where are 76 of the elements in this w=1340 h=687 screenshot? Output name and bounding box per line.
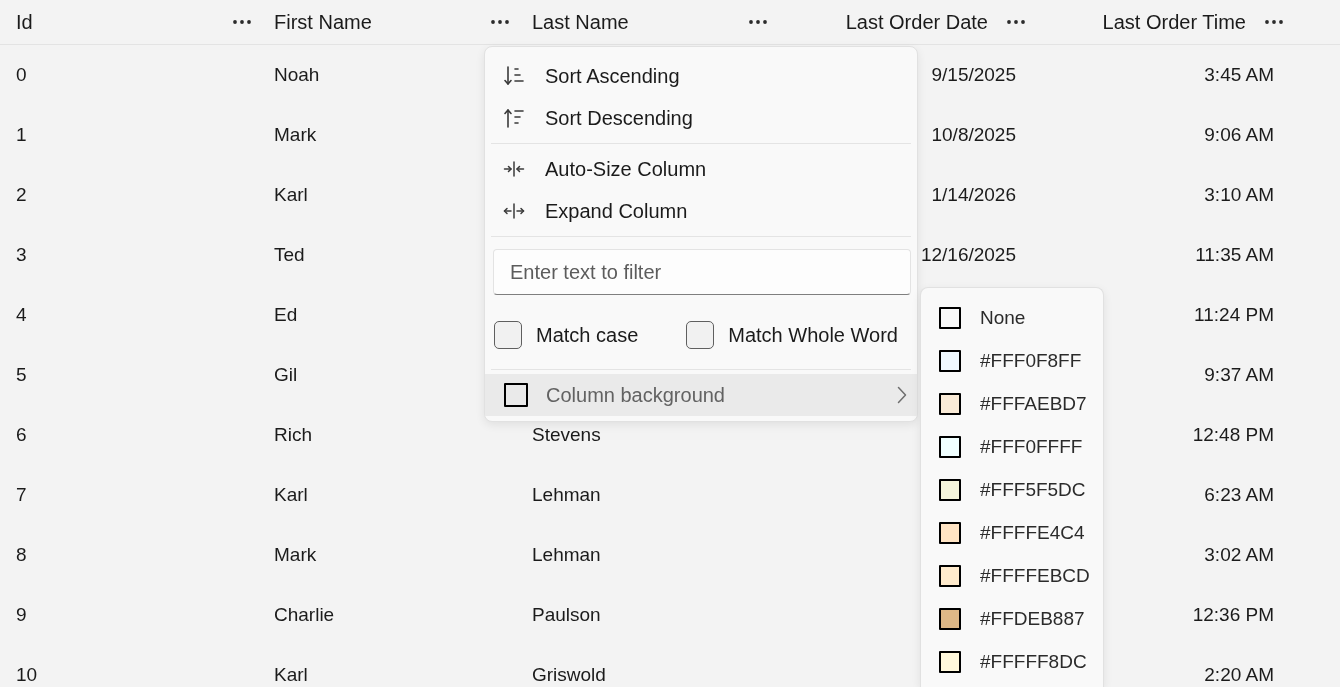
color-option[interactable]: #FFDEB887 — [921, 597, 1103, 640]
more-icon — [1007, 20, 1025, 24]
id-value: 1 — [16, 124, 27, 146]
menu-item[interactable]: Sort Ascending — [485, 55, 917, 97]
first-name: Charlie — [274, 604, 335, 626]
filter-input[interactable]: Enter text to filter — [493, 249, 911, 295]
id-value: 9 — [16, 604, 27, 626]
order-date: 9/15/2025 — [931, 64, 1016, 86]
color-option[interactable]: #FFFAEBD7 — [921, 382, 1103, 425]
first-name: Karl — [274, 484, 308, 506]
last-name: Lehman — [532, 484, 601, 506]
id-value: 6 — [16, 424, 27, 446]
checkbox-label[interactable]: Match case — [536, 323, 639, 347]
menu-item[interactable]: Sort Descending — [485, 97, 917, 139]
checkbox-label[interactable]: Match Whole Word — [728, 323, 898, 347]
last-name: Paulson — [532, 604, 601, 626]
more-icon — [491, 20, 509, 24]
first-name: Rich — [274, 424, 312, 446]
color-option[interactable]: #FFF0FFFF — [921, 425, 1103, 468]
id-value: 2 — [16, 184, 27, 206]
last-name: Lehman — [532, 544, 601, 566]
first-name: Gil — [274, 364, 298, 386]
id-value: 5 — [16, 364, 27, 386]
last-name: Stevens — [532, 424, 601, 446]
order-time: 9:06 AM — [1204, 124, 1274, 146]
more-icon — [1265, 20, 1283, 24]
color-option[interactable]: #FFFFF8DC — [921, 640, 1103, 683]
order-time: 12:36 PM — [1192, 604, 1274, 626]
order-time: 9:37 AM — [1204, 364, 1274, 386]
first-name: Noah — [274, 64, 320, 86]
color-option[interactable]: #FFF5F5DC — [921, 468, 1103, 511]
order-time: 3:10 AM — [1204, 184, 1274, 206]
sort-ascending-icon — [503, 65, 525, 87]
id-value: 7 — [16, 484, 27, 506]
order-time: 11:24 PM — [1194, 304, 1274, 326]
column-header[interactable]: Last Order Time — [1102, 10, 1246, 34]
order-date: 12/16/2025 — [920, 244, 1016, 266]
last-name: Griswold — [532, 664, 606, 686]
color-option[interactable]: #FFF0F8FF — [921, 339, 1103, 382]
chevron-right-icon — [897, 386, 907, 404]
color-option[interactable]: #FFFFE4C4 — [921, 511, 1103, 554]
first-name: Karl — [274, 184, 308, 206]
id-value: 4 — [16, 304, 27, 326]
checkbox[interactable] — [494, 321, 522, 349]
column-header[interactable]: Last Order Date — [845, 10, 988, 34]
id-value: 0 — [16, 64, 27, 86]
color-swatch-icon — [939, 306, 961, 329]
more-icon — [233, 20, 251, 24]
first-name: Ted — [274, 244, 305, 266]
column-header[interactable]: Id — [16, 10, 33, 34]
checkbox[interactable] — [686, 321, 715, 349]
id-value: 10 — [16, 664, 38, 686]
order-time: 11:35 AM — [1195, 244, 1274, 266]
order-date: 1/14/2026 — [931, 184, 1016, 206]
column-header[interactable]: Last Name — [532, 10, 629, 34]
menu-item[interactable]: Expand Column — [485, 190, 917, 232]
more-icon — [749, 20, 767, 24]
order-time: 2:20 AM — [1204, 664, 1274, 686]
order-date: 10/8/2025 — [931, 124, 1016, 146]
first-name: Mark — [274, 124, 317, 146]
order-time: 6:23 AM — [1204, 484, 1274, 506]
menu-item[interactable]: Auto-Size Column — [485, 148, 917, 190]
id-value: 3 — [16, 244, 27, 266]
first-name: Mark — [274, 544, 317, 566]
sort-descending-icon — [503, 107, 525, 129]
order-time: 3:02 AM — [1204, 544, 1274, 566]
column-header[interactable]: First Name — [274, 10, 372, 34]
order-time: 3:45 AM — [1204, 64, 1274, 86]
first-name: Karl — [274, 664, 308, 686]
order-time: 12:48 PM — [1192, 424, 1274, 446]
menu-item[interactable]: Column background — [485, 374, 917, 416]
color-swatch-icon — [504, 383, 528, 407]
first-name: Ed — [274, 304, 298, 326]
color-option[interactable]: None — [921, 296, 1103, 339]
id-value: 8 — [16, 544, 27, 566]
color-option[interactable]: #FFFFEBCD — [921, 554, 1103, 597]
